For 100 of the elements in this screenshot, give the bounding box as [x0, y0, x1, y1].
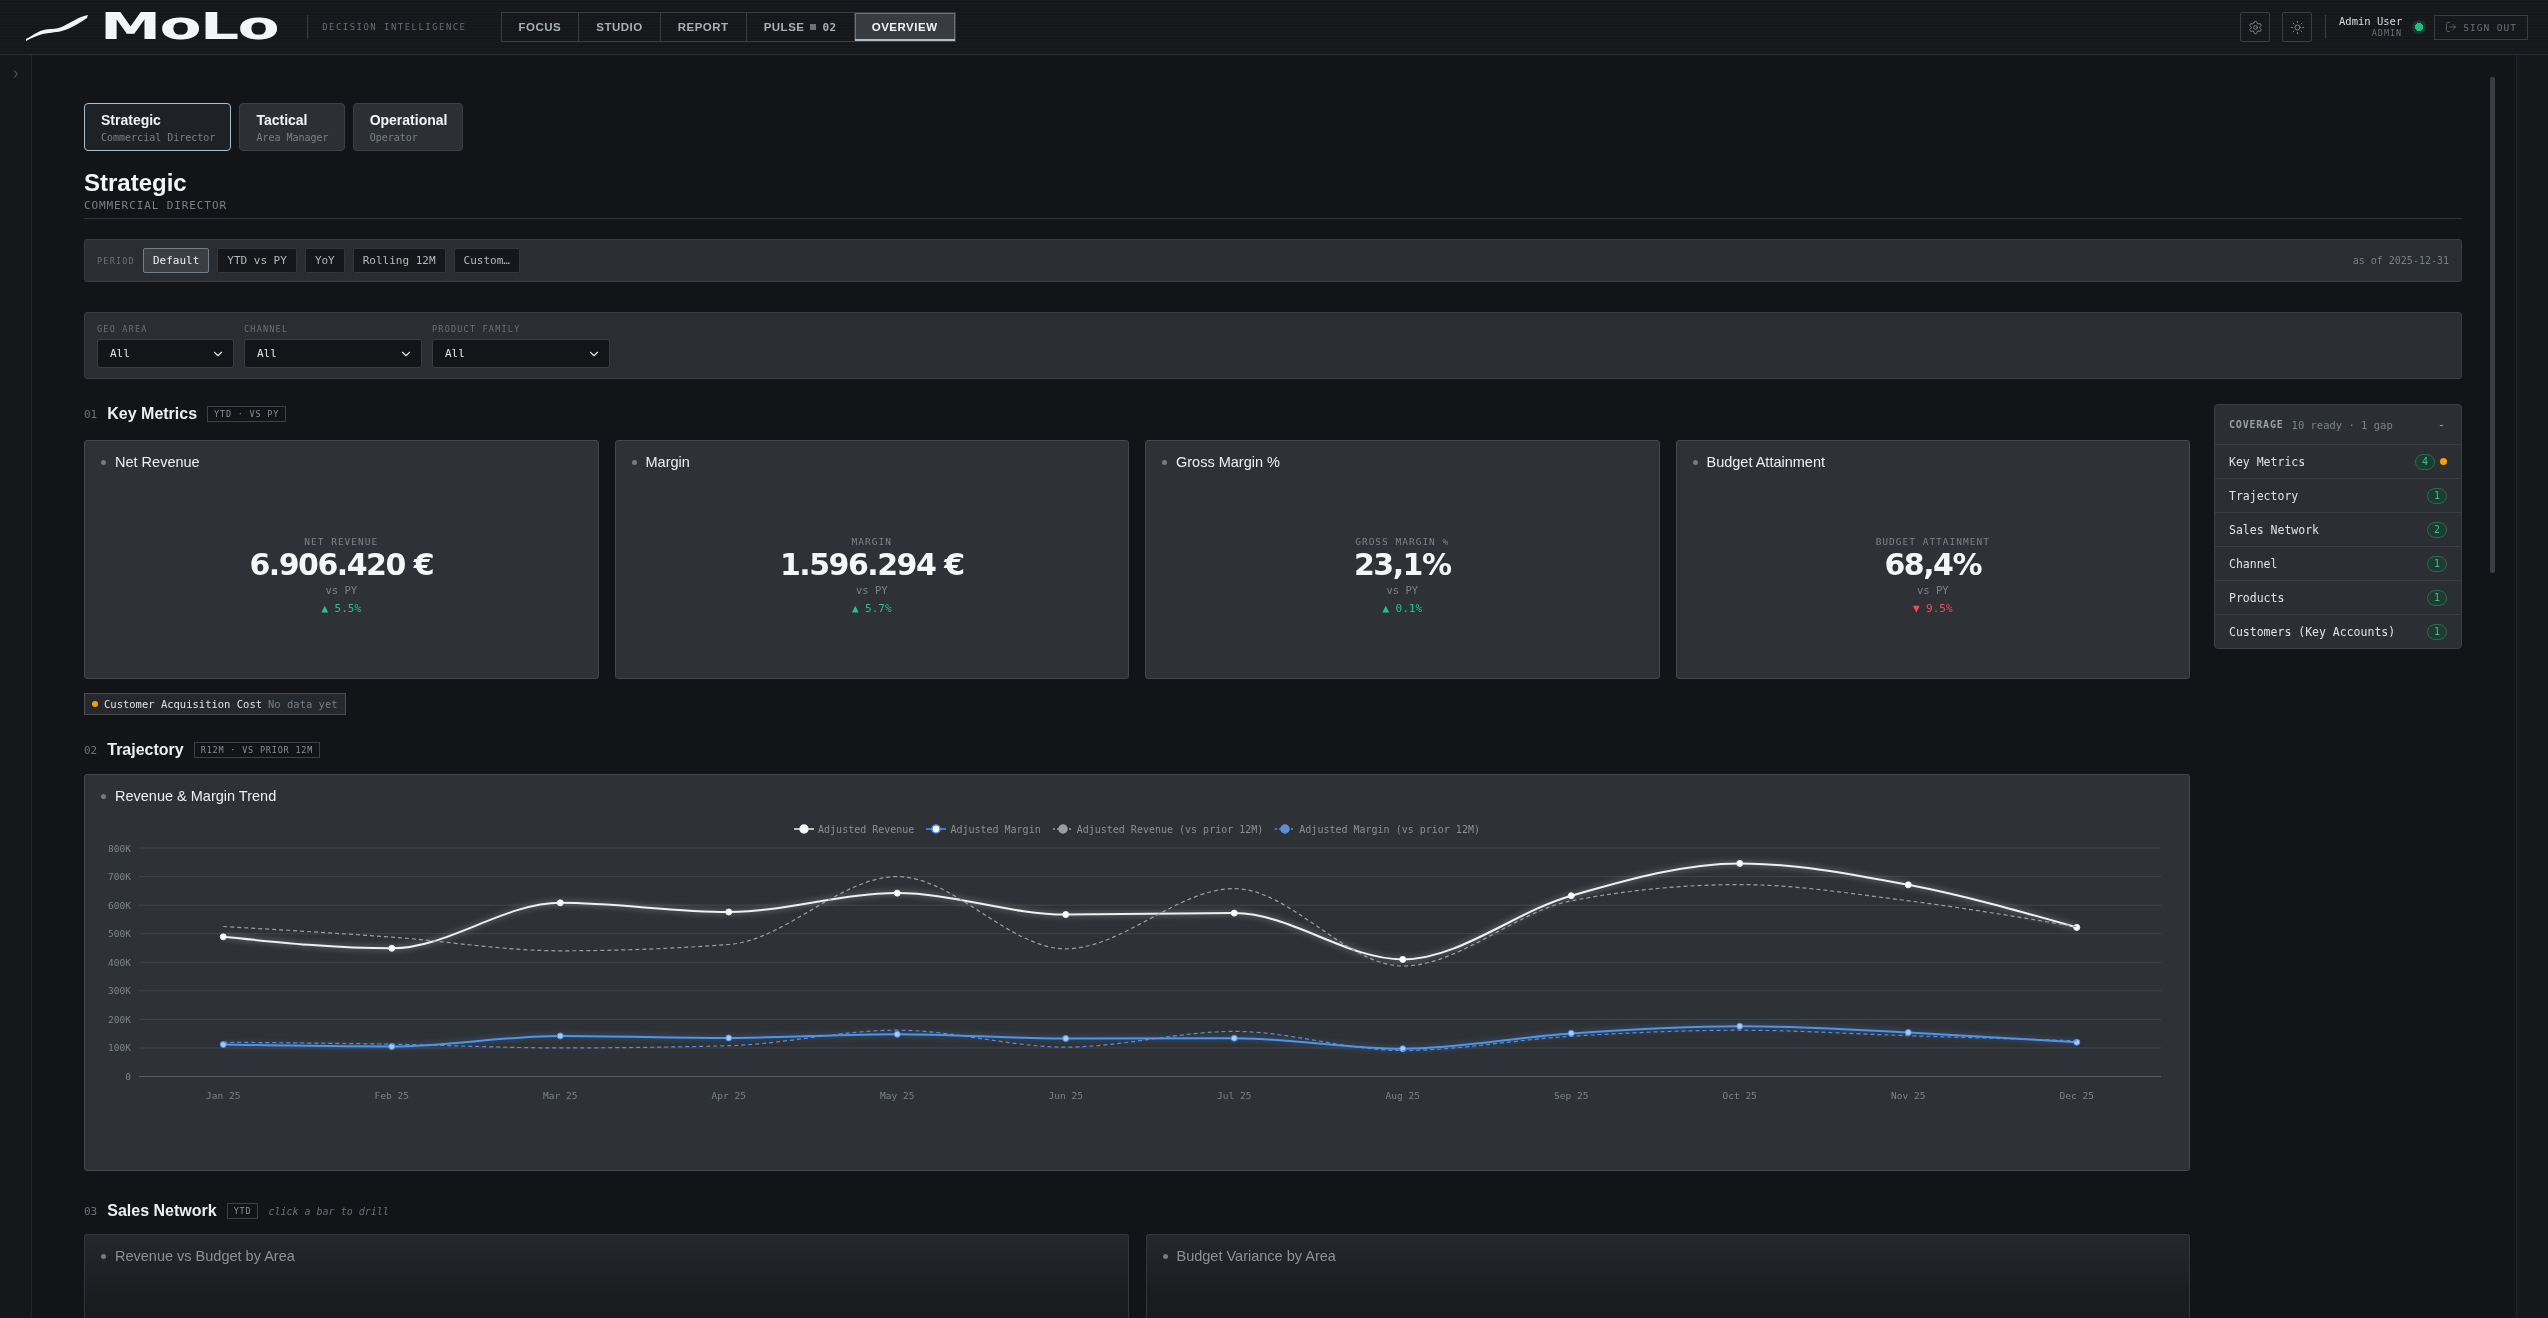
coverage-item[interactable]: Trajectory 1 [2215, 478, 2461, 512]
count-badge: 1 [2427, 589, 2447, 606]
data-point [556, 899, 564, 907]
legend-line-icon [794, 824, 815, 834]
legend-line-icon [1275, 824, 1296, 834]
section-tag: YTD · VS PY [207, 406, 287, 422]
metric-value: 23,1% [1353, 547, 1451, 583]
period-option[interactable]: Custom… [453, 248, 520, 273]
bullet-dot-icon [631, 459, 637, 465]
filter-label: PRODUCT FAMILY [432, 324, 522, 334]
coverage-item[interactable]: Channel 1 [2215, 546, 2461, 580]
settings-button[interactable] [2240, 12, 2270, 42]
data-point [1736, 859, 1744, 867]
as-of-date: as of 2025-12-31 [2352, 255, 2449, 266]
data-point [1399, 955, 1407, 963]
card-title: Gross Margin % [1176, 454, 1280, 470]
count-label: 02 [822, 20, 837, 34]
bullet-dot-icon [1162, 459, 1167, 465]
legend-line-icon [926, 824, 947, 834]
axis-label: 200K [108, 1013, 131, 1025]
axis-label: 700K [108, 871, 131, 883]
filter-label: CHANNEL [244, 324, 290, 334]
data-point [893, 889, 901, 897]
count-badge: 4 [2415, 453, 2435, 470]
period-label: PERIOD [97, 255, 135, 266]
card-title: Budget Attainment [1706, 454, 1825, 470]
coverage-label: COVERAGE [2229, 419, 2284, 430]
filter-label: GEO AREA [97, 324, 149, 334]
coverage-item[interactable]: Customers (Key Accounts) 1 [2215, 614, 2461, 648]
bullet-dot-icon [101, 793, 106, 799]
sun-icon [2289, 19, 2305, 35]
nav-tab[interactable]: REPORT [660, 13, 747, 41]
collapse-button[interactable]: - [2435, 417, 2447, 432]
metric-value: 68,4% [1884, 547, 1982, 583]
coverage-item[interactable]: Products 1 [2215, 580, 2461, 614]
scrollbar-thumb[interactable] [2490, 77, 2495, 573]
data-point [2073, 1038, 2081, 1046]
section-number: 02 [84, 743, 98, 757]
comparison-label: vs PY [325, 584, 358, 596]
coverage-summary: 10 ready · 1 gap [2291, 418, 2393, 431]
data-point [893, 1030, 901, 1038]
axis-label: Jul 25 [1217, 1089, 1252, 1101]
data-point [388, 944, 396, 952]
data-point [1062, 911, 1070, 919]
metric-delta: ▲ 5.5% [321, 602, 362, 615]
nav-tab[interactable]: OVERVIEW [854, 13, 955, 41]
coverage-item[interactable]: Sales Network 2 [2215, 512, 2461, 546]
data-point [1736, 1022, 1744, 1030]
legend-label: Adjusted Revenue [818, 823, 915, 835]
theme-toggle-button[interactable] [2282, 12, 2312, 42]
axis-label: Nov 25 [1891, 1089, 1926, 1101]
data-point [556, 1032, 564, 1040]
user-name: Admin User [2339, 15, 2403, 28]
bullet-dot-icon [101, 1253, 106, 1259]
section-tag: YTD [226, 1203, 259, 1219]
persona-tab[interactable]: Tactical Area Manager [239, 103, 345, 151]
period-option[interactable]: Default [142, 248, 210, 273]
section-title: Sales Network [107, 1202, 217, 1220]
persona-role: Commercial Director [101, 132, 216, 143]
nav-tab[interactable]: STUDIO [579, 13, 661, 41]
bullet-dot-icon [1692, 459, 1698, 465]
metric-label: MARGIN [851, 536, 892, 547]
data-point [725, 908, 733, 916]
dropdown-select[interactable]: All [244, 339, 422, 368]
legend-line-icon [1052, 824, 1073, 834]
axis-label: Aug 25 [1385, 1089, 1420, 1101]
section-hint: click a bar to drill [268, 1205, 389, 1217]
coverage-item[interactable]: Key Metrics 4 [2215, 444, 2461, 478]
period-option[interactable]: YoY [304, 248, 345, 273]
data-point [1230, 909, 1238, 917]
section-title: Key Metrics [107, 405, 198, 423]
persona-tab[interactable]: Strategic Commercial Director [84, 103, 232, 151]
axis-label: Jan 25 [206, 1089, 241, 1101]
persona-tab[interactable]: Operational Operator [352, 103, 464, 151]
bullet-dot-icon [101, 459, 106, 465]
metric-label: NET REVENUE [304, 536, 379, 547]
page-title: Strategic [84, 168, 188, 198]
axis-label: 100K [108, 1042, 131, 1054]
nav-tab[interactable]: FOCUS [501, 13, 580, 41]
axis-label: Oct 25 [1722, 1089, 1757, 1101]
data-point [2073, 923, 2081, 931]
data-point [1567, 892, 1575, 900]
nav-tab[interactable]: PULSE 02 [746, 13, 855, 41]
dropdown-select[interactable]: All [432, 339, 610, 368]
metric-status: No data yet [268, 698, 338, 710]
metric-value: 6.906.420 € [249, 547, 434, 583]
count-badge: 1 [2427, 555, 2447, 572]
data-point [388, 1043, 396, 1050]
axis-label: Mar 25 [543, 1089, 578, 1101]
section-number: 01 [84, 407, 98, 421]
period-option[interactable]: Rolling 12M [352, 248, 446, 273]
warning-dot-icon [92, 701, 98, 707]
section-tag: R12M · VS PRIOR 12M [193, 742, 321, 758]
sign-out-button[interactable]: SIGN OUT [2434, 14, 2528, 40]
metric-delta: ▼ 9.5% [1912, 602, 1953, 615]
persona-role: Operator [369, 132, 418, 143]
period-option[interactable]: YTD vs PY [217, 248, 297, 273]
data-point [1062, 1035, 1070, 1042]
dropdown-select[interactable]: All [97, 339, 234, 368]
persona-role: Area Manager [256, 132, 329, 143]
